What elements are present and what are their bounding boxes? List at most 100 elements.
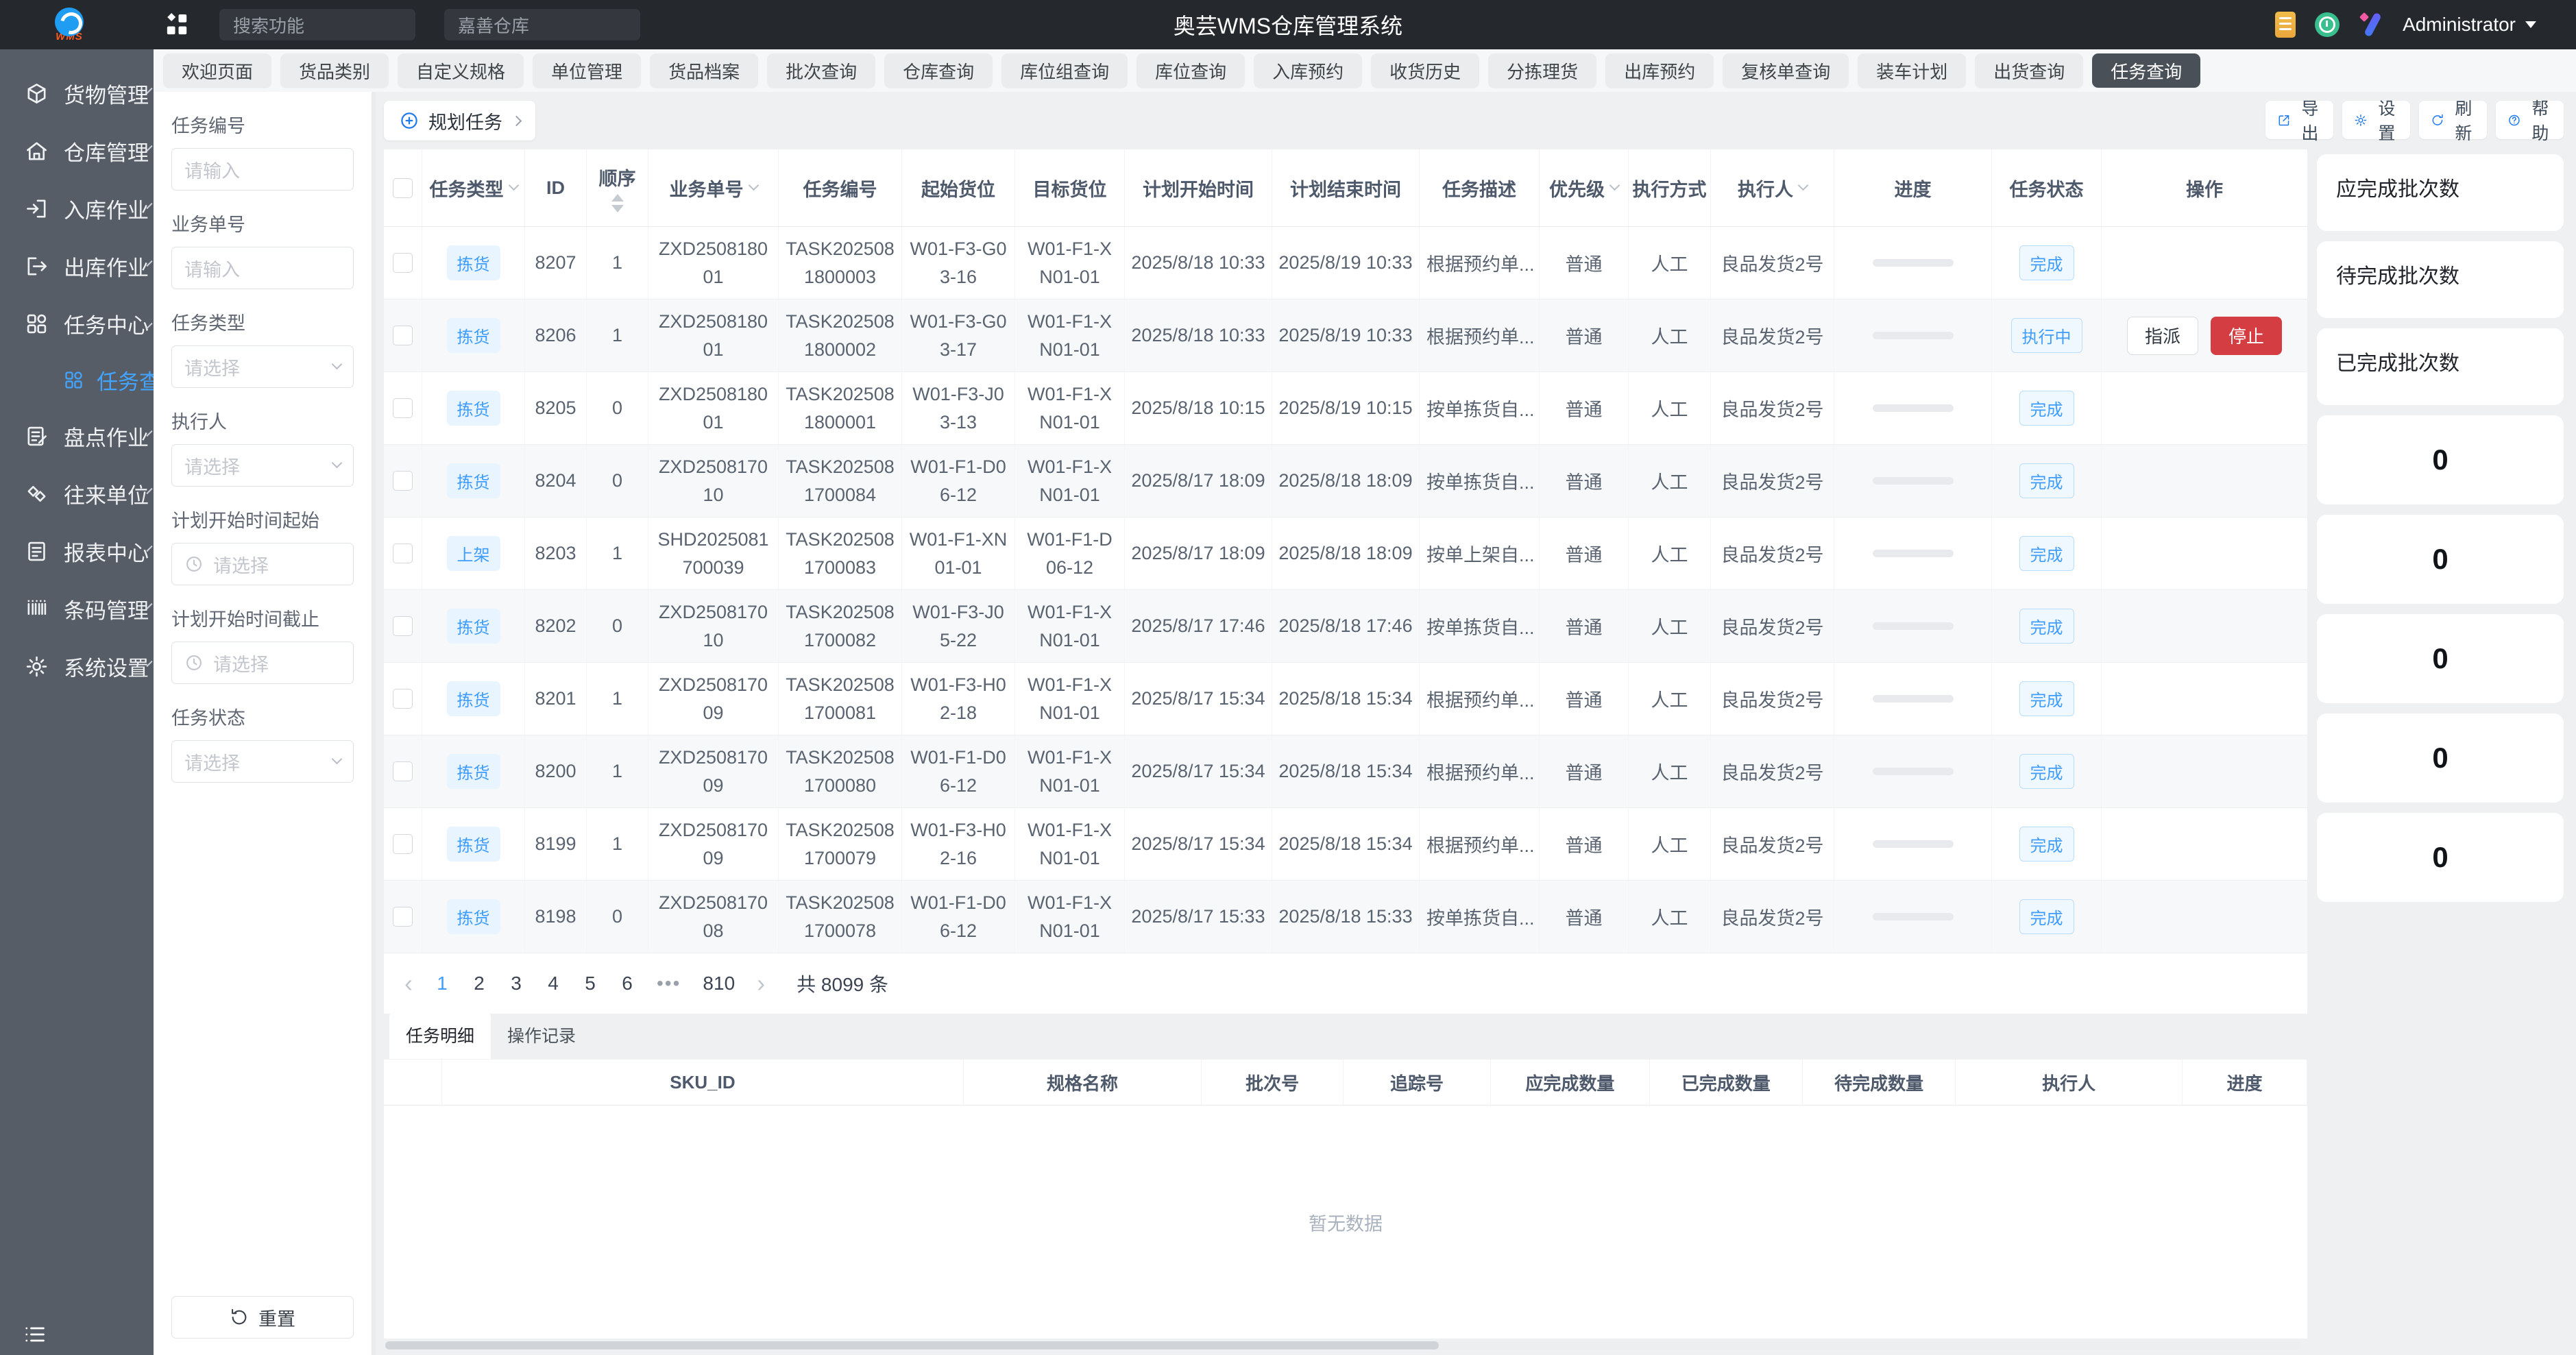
sort-asc-icon[interactable] xyxy=(611,194,624,202)
tools-icon[interactable] xyxy=(2359,12,2383,37)
col-header-checkbox[interactable] xyxy=(384,149,422,226)
tab-欢迎页面[interactable]: 欢迎页面 xyxy=(163,53,271,88)
page-3[interactable]: 3 xyxy=(509,973,524,994)
tab-出库预约[interactable]: 出库预约 xyxy=(1605,53,1714,88)
tab-收货历史[interactable]: 收货历史 xyxy=(1371,53,1479,88)
header-checkbox[interactable] xyxy=(393,178,413,198)
row-checkbox[interactable] xyxy=(393,761,413,781)
page-810[interactable]: 810 xyxy=(703,973,735,994)
tab-任务查询[interactable]: 任务查询 xyxy=(2092,53,2200,88)
row-checkbox[interactable] xyxy=(393,834,413,854)
sidebar-item-盘点作业[interactable]: 盘点作业 xyxy=(0,407,154,465)
biz-no-text: ZXD250817009 xyxy=(655,816,771,872)
sidebar-item-条码管理[interactable]: 条码管理 xyxy=(0,580,154,637)
col-header-执行方式: 执行方式 xyxy=(1629,149,1711,226)
tab-单位管理[interactable]: 单位管理 xyxy=(533,53,641,88)
导出-button[interactable]: 导出 xyxy=(2265,101,2333,139)
tab-自定义规格[interactable]: 自定义规格 xyxy=(398,53,524,88)
filter-datetime-计划开始时间截止[interactable]: 请选择 xyxy=(171,642,354,684)
stop-button[interactable]: 停止 xyxy=(2211,317,2282,355)
cell-description: 根据预约单... xyxy=(1420,300,1540,371)
tab-库位查询[interactable]: 库位查询 xyxy=(1137,53,1245,88)
sidebar-collapse-icon[interactable] xyxy=(22,1322,47,1347)
tab-货品类别[interactable]: 货品类别 xyxy=(280,53,389,88)
tab-装车计划[interactable]: 装车计划 xyxy=(1858,53,1966,88)
row-checkbox[interactable] xyxy=(393,398,413,418)
caret-down-icon xyxy=(2525,21,2536,28)
刷新-button[interactable]: 刷新 xyxy=(2419,101,2487,139)
page-1[interactable]: 1 xyxy=(435,973,450,994)
row-checkbox[interactable] xyxy=(393,326,413,345)
cell-task-no: TASK2025081800002 xyxy=(779,300,902,371)
detail-tab-任务明细[interactable]: 任务明细 xyxy=(389,1011,491,1059)
to-location-text: W01-F1-D06-12 xyxy=(1022,526,1117,581)
filter-select-执行人[interactable]: 请选择 xyxy=(171,444,354,487)
filter-text-任务编号[interactable]: 请输入 xyxy=(171,148,354,191)
apps-grid-icon[interactable] xyxy=(163,11,191,38)
filter-select-任务状态[interactable]: 请选择 xyxy=(171,740,354,783)
col-header-执行人[interactable]: 执行人 xyxy=(1711,149,1834,226)
warehouse-select[interactable]: 嘉善仓库 xyxy=(444,9,640,40)
col-header-顺序[interactable]: 顺序 xyxy=(587,149,648,226)
帮助-button[interactable]: 帮助 xyxy=(2496,101,2564,139)
user-menu[interactable]: Administrator xyxy=(2403,14,2536,36)
sort-desc-icon[interactable] xyxy=(611,205,624,212)
sidebar-item-仓库管理[interactable]: 仓库管理 xyxy=(0,122,154,180)
col-header-优先级[interactable]: 优先级 xyxy=(1540,149,1629,226)
tab-库位组查询[interactable]: 库位组查询 xyxy=(1001,53,1128,88)
stats-toolbar: 导出设置刷新帮助 xyxy=(2317,101,2564,139)
row-checkbox[interactable] xyxy=(393,689,413,709)
assign-button[interactable]: 指派 xyxy=(2127,317,2198,355)
row-checkbox[interactable] xyxy=(393,471,413,491)
col-header-业务单号[interactable]: 业务单号 xyxy=(648,149,779,226)
prev-page-arrow[interactable]: ‹ xyxy=(404,971,413,996)
stat-value-card-3: 0 xyxy=(2317,614,2564,703)
sidebar-item-往来单位[interactable]: 往来单位 xyxy=(0,465,154,522)
tab-出货查询[interactable]: 出货查询 xyxy=(1975,53,2083,88)
next-page-arrow[interactable]: › xyxy=(757,971,765,996)
filter-text-业务单号[interactable]: 请输入 xyxy=(171,247,354,289)
function-search-input[interactable]: 搜索功能 xyxy=(219,9,415,40)
row-checkbox[interactable] xyxy=(393,544,413,563)
cell-task-no: TASK2025081700078 xyxy=(779,881,902,953)
page-4[interactable]: 4 xyxy=(546,973,561,994)
row-checkbox[interactable] xyxy=(393,907,413,927)
sidebar-item-货物管理[interactable]: 货物管理 xyxy=(0,64,154,122)
tab-批次查询[interactable]: 批次查询 xyxy=(767,53,875,88)
cell-priority: 普通 xyxy=(1540,445,1629,517)
filter-select-任务类型[interactable]: 请选择 xyxy=(171,345,354,388)
sidebar-item-任务中心[interactable]: 任务中心 xyxy=(0,295,154,352)
plan-task-button[interactable]: 规划任务 xyxy=(384,101,535,141)
col-header-任务类型[interactable]: 任务类型 xyxy=(422,149,525,226)
header-label-wrap: 任务类型 xyxy=(430,175,518,202)
notes-icon[interactable] xyxy=(2275,12,2296,38)
tab-仓库查询[interactable]: 仓库查询 xyxy=(884,53,993,88)
filter-label: 任务编号 xyxy=(171,111,354,138)
row-checkbox[interactable] xyxy=(393,253,413,273)
sidebar-item-报表中心[interactable]: 报表中心 xyxy=(0,522,154,580)
sidebar-subitem-任务查询[interactable]: 任务查询 xyxy=(0,352,154,407)
row-checkbox[interactable] xyxy=(393,616,413,636)
tab-复核单查询[interactable]: 复核单查询 xyxy=(1723,53,1849,88)
sidebar-item-入库作业[interactable]: 入库作业 xyxy=(0,180,154,237)
tab-入库预约[interactable]: 入库预约 xyxy=(1254,53,1362,88)
page-2[interactable]: 2 xyxy=(472,973,487,994)
sidebar-item-出库作业[interactable]: 出库作业 xyxy=(0,237,154,295)
cell-exec-mode: 人工 xyxy=(1629,808,1711,880)
page-6[interactable]: 6 xyxy=(620,973,635,994)
filter-datetime-计划开始时间起始[interactable]: 请选择 xyxy=(171,543,354,585)
tab-货品档案[interactable]: 货品档案 xyxy=(650,53,758,88)
clock-status-icon[interactable] xyxy=(2315,12,2340,37)
cell-from-location: W01-F3-H02-16 xyxy=(902,808,1015,880)
help-icon xyxy=(2507,110,2521,130)
reset-button[interactable]: 重置 xyxy=(171,1296,354,1339)
page-5[interactable]: 5 xyxy=(583,973,598,994)
sidebar-item-系统设置[interactable]: 系统设置 xyxy=(0,637,154,695)
detail-col-应完成数量: 应完成数量 xyxy=(1491,1060,1650,1105)
设置-button[interactable]: 设置 xyxy=(2342,101,2410,139)
topbar: WMS 搜索功能 嘉善仓库 奥芸WMS仓库管理系统 Administrator xyxy=(0,0,2576,49)
detail-tab-操作记录[interactable]: 操作记录 xyxy=(491,1011,592,1059)
tab-分拣理货[interactable]: 分拣理货 xyxy=(1488,53,1596,88)
horizontal-scrollbar[interactable] xyxy=(385,1341,2300,1350)
scrollbar-thumb[interactable] xyxy=(385,1341,1439,1350)
